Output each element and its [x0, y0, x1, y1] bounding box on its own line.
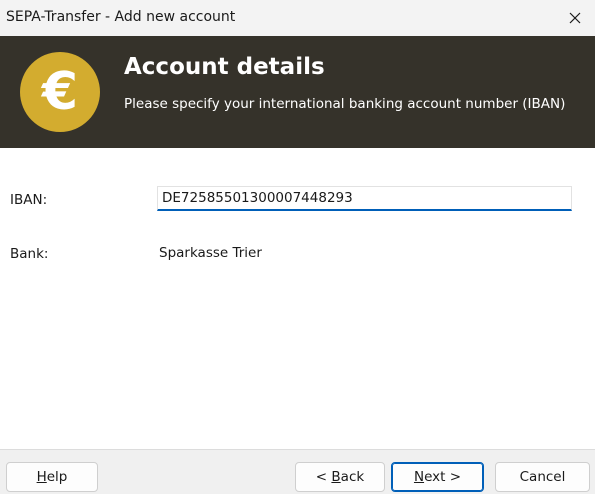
help-button[interactable]: Help: [6, 462, 98, 492]
bank-name-value: Sparkasse Trier: [159, 245, 262, 261]
page-subtitle: Please specify your international bankin…: [124, 96, 566, 112]
close-button[interactable]: [555, 0, 595, 36]
header-banner: € Account details Please specify your in…: [0, 36, 595, 148]
iban-input[interactable]: [157, 186, 572, 211]
euro-icon: €: [20, 52, 100, 132]
next-mnemonic: N: [413, 469, 425, 485]
cancel-button[interactable]: Cancel: [495, 462, 590, 492]
next-button[interactable]: Next >: [391, 462, 484, 492]
iban-label: IBAN:: [10, 192, 48, 208]
help-mnemonic: H: [36, 469, 47, 485]
euro-glyph: €: [41, 62, 79, 122]
button-bar: Help < Back Next > Cancel: [0, 449, 595, 494]
title-bar: SEPA-Transfer - Add new account: [0, 0, 595, 36]
back-mnemonic: B: [331, 469, 341, 485]
page-title: Account details: [124, 54, 325, 80]
back-prefix: <: [315, 469, 332, 485]
dialog-window: SEPA-Transfer - Add new account € Accoun…: [0, 0, 595, 494]
back-label-rest: ack: [340, 469, 365, 485]
back-button[interactable]: < Back: [295, 462, 385, 492]
help-label-rest: elp: [46, 469, 68, 485]
window-title: SEPA-Transfer - Add new account: [6, 9, 236, 25]
bank-label: Bank:: [10, 246, 49, 262]
close-icon: [569, 12, 581, 24]
next-label-rest: ext >: [424, 469, 462, 485]
